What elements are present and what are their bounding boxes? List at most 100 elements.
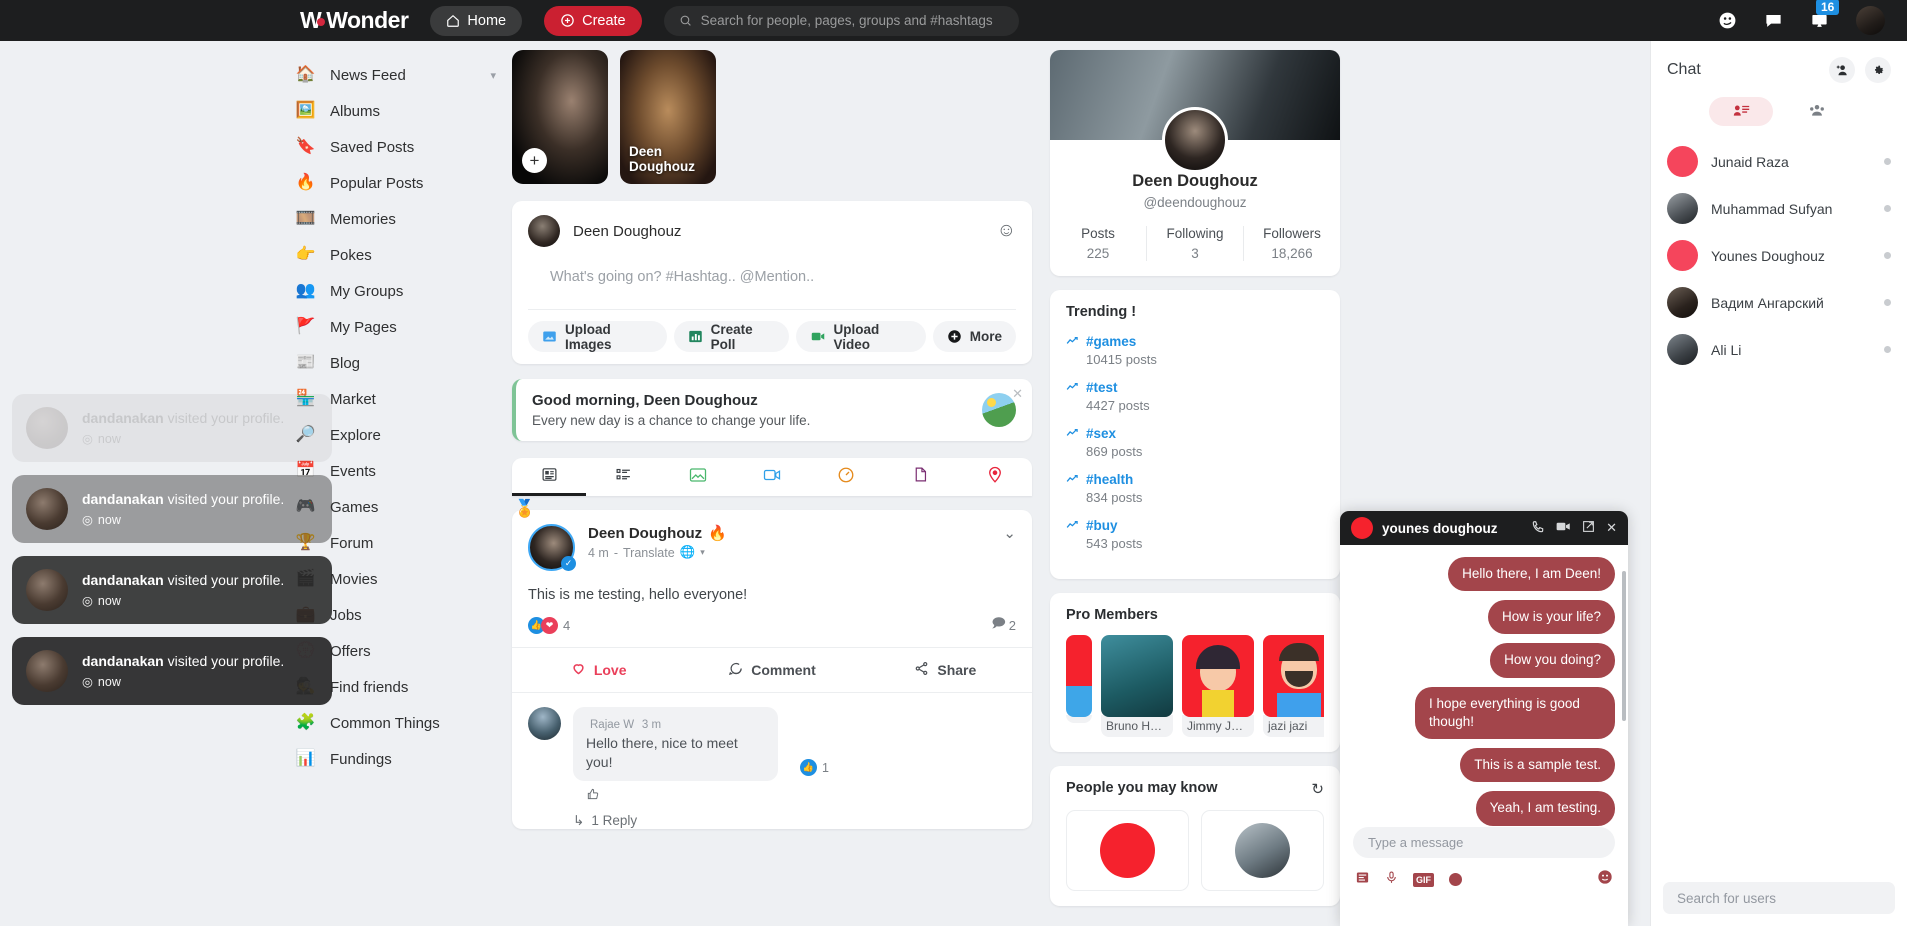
chat-contact-item[interactable]: Younes Doughouz bbox=[1651, 232, 1907, 279]
chat-contact-item[interactable]: Вадим Ангарский bbox=[1651, 279, 1907, 326]
pyk-card[interactable] bbox=[1066, 810, 1189, 891]
translate-link[interactable]: Translate bbox=[623, 546, 675, 560]
microphone-icon[interactable] bbox=[1385, 870, 1398, 889]
sidebar-item-popular-posts[interactable]: 🔥 Popular Posts bbox=[285, 165, 510, 201]
comment-replies-toggle[interactable]: ↳ 1 Reply bbox=[573, 813, 778, 829]
messages-icon[interactable] bbox=[1764, 11, 1783, 30]
open-external-icon[interactable] bbox=[1582, 520, 1595, 537]
sidebar-item-my-groups[interactable]: 👥 My Groups bbox=[285, 273, 510, 309]
chat-contact-item[interactable]: Junaid Raza bbox=[1651, 138, 1907, 185]
sidebar-item-albums[interactable]: 🖼️ Albums bbox=[285, 93, 510, 129]
chat-contact-item[interactable]: Ali Li bbox=[1651, 326, 1907, 373]
sidebar-item-news-feed[interactable]: 🏠 News Feed ▾ bbox=[285, 57, 510, 93]
post-author[interactable]: Deen Doughouz 🔥 bbox=[588, 524, 727, 543]
tab-text-posts[interactable] bbox=[512, 458, 587, 496]
story-item[interactable]: Deen Doughouz bbox=[620, 50, 716, 184]
chevron-down-icon[interactable]: ▾ bbox=[490, 69, 496, 82]
sidebar-item-my-pages[interactable]: 🚩 My Pages bbox=[285, 309, 510, 345]
composer-input[interactable]: What's going on? #Hashtag.. @Mention.. bbox=[528, 247, 1016, 309]
gif-icon[interactable]: GIF bbox=[1413, 872, 1434, 887]
pro-member-tile[interactable] bbox=[1066, 635, 1092, 737]
post-options-chevron-down-icon[interactable]: ⌄ bbox=[1003, 524, 1016, 542]
stat-followers[interactable]: Followers 18,266 bbox=[1243, 226, 1340, 261]
video-camera-icon[interactable] bbox=[1556, 520, 1571, 537]
close-icon[interactable]: ✕ bbox=[1012, 386, 1023, 402]
status-dot bbox=[1884, 158, 1891, 165]
sticker-icon[interactable] bbox=[1355, 870, 1370, 889]
smiley-icon[interactable]: ☺ bbox=[997, 220, 1016, 242]
trending-tag[interactable]: #games bbox=[1066, 334, 1324, 349]
avatar[interactable]: ✓ bbox=[528, 524, 576, 571]
story-add-own[interactable]: + bbox=[512, 50, 608, 184]
tab-video-posts[interactable] bbox=[735, 458, 809, 496]
message-bubble: How you doing? bbox=[1490, 643, 1615, 678]
sidebar-item-pokes[interactable]: 👉 Pokes bbox=[285, 237, 510, 273]
chevron-down-icon[interactable]: ▾ bbox=[700, 547, 705, 558]
more-button[interactable]: More bbox=[932, 321, 1016, 352]
love-button[interactable]: Love bbox=[512, 648, 685, 692]
trending-tag[interactable]: #health bbox=[1066, 472, 1324, 487]
notification-toast[interactable]: dandanakan visited your profile. ◎ now bbox=[12, 556, 332, 624]
upload-images-button[interactable]: Upload Images bbox=[528, 321, 667, 352]
chat-user-search-input[interactable]: Search for users bbox=[1663, 882, 1895, 914]
pro-member-name: jazi jazi bbox=[1263, 715, 1324, 737]
scrollbar[interactable] bbox=[1622, 571, 1626, 721]
trending-tag[interactable]: #sex bbox=[1066, 426, 1324, 441]
tab-audio-posts[interactable] bbox=[809, 458, 883, 496]
profile-avatar[interactable] bbox=[1856, 6, 1885, 35]
refresh-icon[interactable]: ↻ bbox=[1311, 780, 1324, 798]
comment-count-group[interactable]: 🗩 2 bbox=[991, 614, 1016, 636]
message-input[interactable]: Type a message bbox=[1353, 827, 1615, 858]
photo-album-icon: 🖼️ bbox=[295, 102, 316, 119]
gear-icon[interactable] bbox=[1865, 57, 1891, 83]
story-label: Deen Doughouz bbox=[629, 143, 695, 175]
trending-tag[interactable]: #test bbox=[1066, 380, 1324, 395]
close-icon[interactable]: ✕ bbox=[1606, 520, 1617, 537]
avatar[interactable] bbox=[1162, 107, 1228, 173]
heart-icon: ❤ bbox=[541, 616, 558, 634]
stat-following[interactable]: Following 3 bbox=[1146, 226, 1243, 261]
phone-icon[interactable] bbox=[1531, 520, 1545, 537]
pro-member-tile[interactable]: jazi jazi bbox=[1263, 635, 1324, 737]
sidebar-item-memories[interactable]: 🎞️ Memories bbox=[285, 201, 510, 237]
pro-member-tile[interactable]: Bruno Has... bbox=[1101, 635, 1173, 737]
search-input[interactable]: Search for people, pages, groups and #ha… bbox=[663, 5, 1019, 36]
tab-location-posts[interactable] bbox=[958, 458, 1032, 496]
tab-image-posts[interactable] bbox=[661, 458, 735, 496]
trending-widget: Trending ! #games 10415 posts #test 4427… bbox=[1050, 290, 1340, 579]
tab-groups[interactable] bbox=[1785, 97, 1849, 126]
app-logo[interactable]: W Wonder bbox=[300, 7, 409, 34]
pro-member-tile[interactable]: Jimmy John bbox=[1182, 635, 1254, 737]
comment-like-button[interactable] bbox=[573, 781, 778, 804]
profile-name[interactable]: Deen Doughouz bbox=[1050, 172, 1340, 191]
tab-list-posts[interactable] bbox=[586, 458, 660, 496]
sidebar-item-label: Market bbox=[330, 390, 376, 408]
comment-button[interactable]: Comment bbox=[685, 648, 858, 692]
friend-requests-icon[interactable] bbox=[1718, 11, 1737, 30]
trending-tag[interactable]: #buy bbox=[1066, 518, 1324, 533]
pro-members-title: Pro Members bbox=[1066, 607, 1158, 623]
add-person-icon[interactable] bbox=[1829, 57, 1855, 83]
notifications-icon[interactable]: 16 bbox=[1810, 0, 1840, 30]
plus-icon[interactable]: + bbox=[522, 148, 547, 173]
sidebar-item-label: Blog bbox=[330, 354, 361, 372]
create-poll-button[interactable]: Create Poll bbox=[673, 321, 789, 352]
notification-toast[interactable]: dandanakan visited your profile. ◎ now bbox=[12, 475, 332, 543]
sidebar-item-fundings[interactable]: 📊 Fundings bbox=[285, 741, 510, 777]
tab-contacts[interactable] bbox=[1709, 97, 1773, 126]
smiley-icon[interactable] bbox=[1597, 869, 1613, 890]
sidebar-item-blog[interactable]: 📰 Blog bbox=[285, 345, 510, 381]
chat-contact-item[interactable]: Muhammad Sufyan bbox=[1651, 185, 1907, 232]
upload-video-button[interactable]: Upload Video bbox=[795, 321, 926, 352]
home-button[interactable]: Home bbox=[430, 5, 523, 36]
notification-toast[interactable]: dandanakan visited your profile. ◎ now bbox=[12, 394, 332, 462]
notification-toast[interactable]: dandanakan visited your profile. ◎ now bbox=[12, 637, 332, 705]
record-icon[interactable] bbox=[1449, 873, 1462, 886]
sidebar-item-saved-posts[interactable]: 🔖 Saved Posts bbox=[285, 129, 510, 165]
stat-posts[interactable]: Posts 225 bbox=[1050, 226, 1146, 261]
create-button[interactable]: Create bbox=[544, 5, 642, 36]
toast-text: visited your profile. bbox=[167, 571, 285, 588]
tab-file-posts[interactable] bbox=[883, 458, 957, 496]
share-button[interactable]: Share bbox=[859, 648, 1032, 692]
pyk-card[interactable] bbox=[1201, 810, 1324, 891]
